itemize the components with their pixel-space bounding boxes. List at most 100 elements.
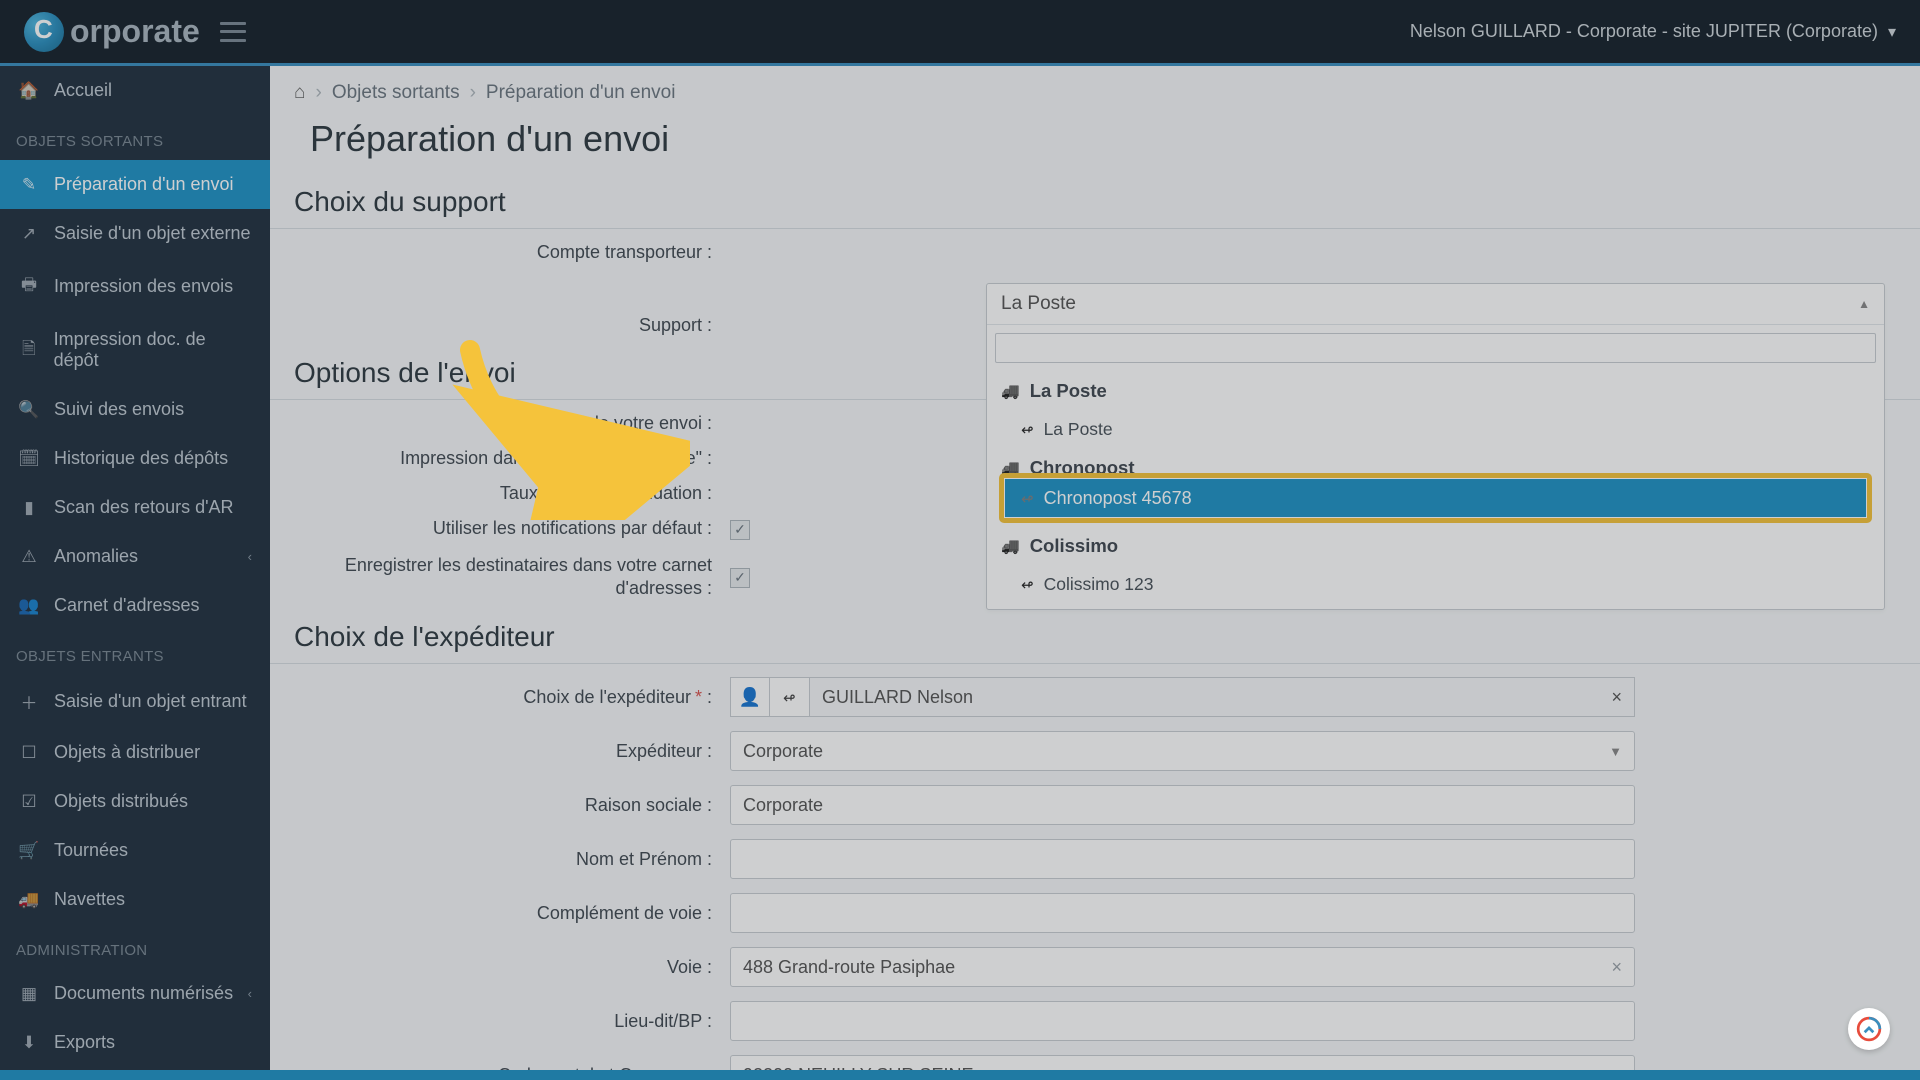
- chevron-up-icon: ▲: [1858, 297, 1870, 311]
- sidebar: 🏠AccueilOBJETS SORTANTS ✎ Préparation d'un…: [0, 66, 270, 1070]
- label-impression-ref: Impression dans le cadre "Référence" :: [300, 448, 730, 469]
- label-taux: Taux de recommandation :: [300, 483, 730, 504]
- dropdown-option[interactable]: La Poste: [987, 411, 1884, 448]
- sidebar-section-header: OBJETS SORTANTS: [0, 115, 270, 160]
- nav-icon: ↗: [18, 224, 40, 244]
- nav-icon: 🛒: [18, 841, 40, 861]
- breadcrumb-l1[interactable]: Objets sortants: [332, 82, 460, 104]
- select-expediteur[interactable]: Corporate▼: [730, 731, 1635, 771]
- clear-icon[interactable]: ×: [1611, 687, 1622, 708]
- sidebar-item[interactable]: 🖶Impression des envois: [0, 258, 270, 315]
- nav-icon: 🗎: [18, 336, 40, 365]
- input-compl-voie[interactable]: [730, 893, 1635, 933]
- page-title: Préparation d'un envoi: [270, 104, 1920, 178]
- nav-icon: ▮: [18, 498, 40, 518]
- label-descriptif: Descriptif de votre envoi :: [300, 413, 730, 434]
- dropdown-option[interactable]: Colissimo 123: [987, 566, 1884, 603]
- truck-icon: [1001, 537, 1020, 555]
- sidebar-item-label: Documents numérisés: [54, 983, 233, 1004]
- sidebar-item[interactable]: 🔍 Suivi des envois: [0, 385, 270, 434]
- sidebar-item[interactable]: ☑ Objets distribués: [0, 777, 270, 826]
- dropdown-group: Colissimo: [987, 526, 1884, 566]
- label-transporteur: Compte transporteur :: [300, 242, 730, 263]
- menu-toggle-icon[interactable]: [220, 22, 246, 42]
- sidebar-item[interactable]: ⬇Exports: [0, 1018, 270, 1067]
- sidebar-item[interactable]: 🛒 Tournées: [0, 826, 270, 875]
- home-icon[interactable]: ⌂: [294, 82, 305, 104]
- sidebar-item-label: Anomalies: [54, 546, 138, 567]
- checkbox-carnet[interactable]: ✓: [730, 568, 750, 588]
- nav-icon: 🚚: [18, 890, 40, 910]
- exp-name-field[interactable]: GUILLARD Nelson ×: [810, 677, 1635, 717]
- label-voie: Voie :: [300, 957, 730, 978]
- nav-icon: 🔍: [18, 400, 40, 420]
- sidebar-item-label: Objets distribués: [54, 791, 188, 812]
- sidebar-item-label: Impression des envois: [54, 276, 233, 297]
- brand-logo[interactable]: orporate: [24, 12, 200, 52]
- sidebar-item[interactable]: ↗ Saisie d'un objet externe: [0, 209, 270, 258]
- section-support-title: Choix du support: [270, 178, 1920, 228]
- nav-icon: ☑: [18, 792, 40, 812]
- checkbox-notifications[interactable]: ✓: [730, 520, 750, 540]
- sidebar-item[interactable]: 🗓Historique des dépôts: [0, 434, 270, 483]
- sidebar-item-label: Préparation d'un envoi: [54, 174, 234, 195]
- sidebar-item-label: Carnet d'adresses: [54, 595, 200, 616]
- sidebar-item[interactable]: ＋ Saisie d'un objet entrant: [0, 675, 270, 728]
- input-nom-prenom[interactable]: [730, 839, 1635, 879]
- nav-icon: ✎: [18, 175, 40, 195]
- nav-icon: ▦: [18, 984, 40, 1004]
- sidebar-item-label: Accueil: [54, 80, 112, 101]
- clear-icon[interactable]: ×: [1601, 957, 1622, 978]
- breadcrumb: ⌂ › Objets sortants › Préparation d'un e…: [270, 66, 1920, 104]
- transporteur-dropdown[interactable]: La Poste ▲ La PosteLa PosteChronopostCol…: [986, 283, 1885, 610]
- sidebar-item-label: Navettes: [54, 889, 125, 910]
- sidebar-item[interactable]: ▮ Scan des retours d'AR: [0, 483, 270, 532]
- exp-user-icon[interactable]: 👤: [730, 677, 770, 717]
- label-carnet: Enregistrer les destinataires dans votre…: [300, 554, 730, 601]
- truck-icon: [1001, 382, 1020, 400]
- chevron-left-icon: ‹: [248, 549, 252, 564]
- input-lieu-dit[interactable]: [730, 1001, 1635, 1041]
- logo-mark-icon: [24, 12, 64, 52]
- sidebar-item[interactable]: 🏠Accueil: [0, 66, 270, 115]
- truck-icon: [1001, 459, 1020, 477]
- label-raison: Raison sociale :: [300, 795, 730, 816]
- input-raison[interactable]: Corporate: [730, 785, 1635, 825]
- input-voie[interactable]: 488 Grand-route Pasiphae×: [730, 947, 1635, 987]
- sidebar-item[interactable]: 🚚 Navettes: [0, 875, 270, 924]
- nav-icon: ＋: [18, 689, 40, 714]
- input-cp-commune[interactable]: 92200 NEUILLY SUR SEINE×: [730, 1055, 1635, 1070]
- breadcrumb-l2[interactable]: Préparation d'un envoi: [486, 82, 676, 104]
- label-support: Support :: [300, 315, 730, 336]
- dropdown-selected[interactable]: La Poste ▲: [987, 284, 1884, 325]
- sidebar-item-label: Suivi des envois: [54, 399, 184, 420]
- exp-branch-icon[interactable]: [770, 677, 810, 717]
- main-content: ⌂ › Objets sortants › Préparation d'un e…: [270, 66, 1920, 1070]
- brand-text: orporate: [70, 13, 200, 50]
- user-display: Nelson GUILLARD - Corporate - site JUPIT…: [1410, 21, 1878, 42]
- nav-icon: ⬇: [18, 1033, 40, 1053]
- sidebar-item-label: Saisie d'un objet externe: [54, 223, 251, 244]
- sidebar-item[interactable]: ✎ Préparation d'un envoi: [0, 160, 270, 209]
- user-menu[interactable]: Nelson GUILLARD - Corporate - site JUPIT…: [1410, 21, 1896, 42]
- sidebar-item[interactable]: ▦ Documents numérisés ‹: [0, 969, 270, 1018]
- sidebar-item[interactable]: ⚠Anomalies‹: [0, 532, 270, 581]
- sidebar-item[interactable]: ☐ Objets à distribuer: [0, 728, 270, 777]
- chevron-down-icon: [1888, 21, 1896, 42]
- branch-icon: [1021, 421, 1034, 439]
- dropdown-option-highlighted[interactable]: Chronopost 45678: [1005, 479, 1866, 517]
- sidebar-section-header: ADMINISTRATION: [0, 924, 270, 969]
- branch-icon: [1021, 488, 1034, 509]
- nav-icon: ☐: [18, 743, 40, 763]
- chevron-left-icon: ‹: [248, 986, 252, 1001]
- dropdown-search[interactable]: [987, 325, 1884, 371]
- sidebar-item-label: Tournées: [54, 840, 128, 861]
- sidebar-item-label: Scan des retours d'AR: [54, 497, 234, 518]
- section-expediteur-title: Choix de l'expéditeur: [270, 613, 1920, 663]
- sidebar-item-label: Objets à distribuer: [54, 742, 200, 763]
- sidebar-item[interactable]: 👥 Carnet d'adresses: [0, 581, 270, 630]
- sidebar-item-label: Saisie d'un objet entrant: [54, 691, 247, 712]
- help-widget[interactable]: [1848, 1008, 1890, 1050]
- nav-icon: 👥: [18, 596, 40, 616]
- sidebar-item[interactable]: 🗎Impression doc. de dépôt: [0, 315, 270, 385]
